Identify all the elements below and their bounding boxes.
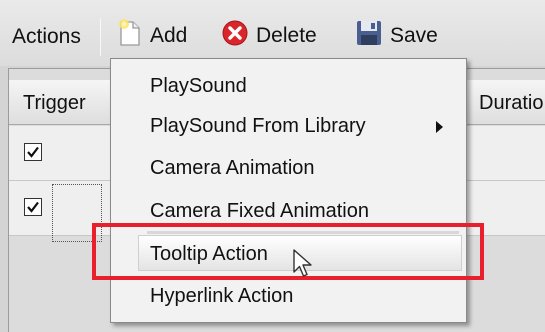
trigger-checkbox[interactable] bbox=[24, 143, 42, 161]
toolbar: Actions Add Delete Save bbox=[0, 0, 545, 66]
save-button[interactable]: Save bbox=[356, 20, 438, 52]
menu-item-playsound[interactable]: PlaySound bbox=[150, 75, 247, 98]
save-button-label: Save bbox=[390, 24, 438, 47]
menu-item-hyperlink-action[interactable]: Hyperlink Action bbox=[150, 285, 293, 308]
mouse-pointer-icon bbox=[292, 248, 314, 285]
menu-item-camera-animation[interactable]: Camera Animation bbox=[150, 157, 315, 180]
trigger-checkbox[interactable] bbox=[24, 198, 42, 216]
floppy-disk-icon bbox=[356, 20, 382, 52]
add-button-label: Add bbox=[150, 24, 188, 47]
column-header-trigger[interactable]: Trigger bbox=[23, 92, 86, 115]
toolbar-title: Actions bbox=[12, 25, 81, 48]
red-x-circle-icon bbox=[222, 20, 248, 52]
add-button[interactable]: Add bbox=[118, 19, 188, 53]
new-document-icon bbox=[118, 19, 142, 53]
menu-item-camera-fixed-animation[interactable]: Camera Fixed Animation bbox=[150, 200, 369, 223]
delete-button[interactable]: Delete bbox=[222, 20, 317, 52]
delete-button-label: Delete bbox=[256, 24, 317, 47]
column-header-duration[interactable]: Duratio bbox=[479, 92, 543, 115]
annotation-highlight-box bbox=[92, 223, 484, 280]
add-dropdown-menu: PlaySound PlaySound From Library Camera … bbox=[110, 58, 467, 323]
toolbar-separator bbox=[100, 18, 101, 56]
menu-item-playsound-from-library[interactable]: PlaySound From Library bbox=[150, 115, 366, 138]
submenu-arrow-icon bbox=[436, 121, 443, 133]
